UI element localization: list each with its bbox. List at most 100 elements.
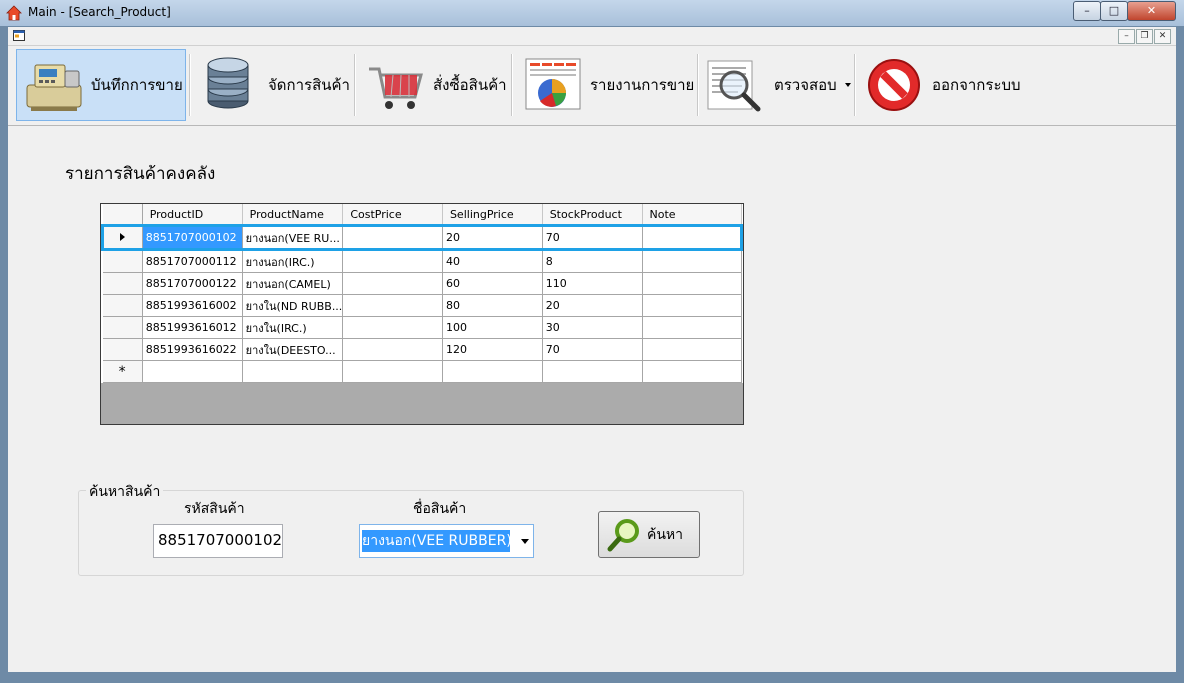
table-cell[interactable]: 70 [542, 224, 643, 251]
column-header[interactable]: SellingPrice [442, 204, 543, 226]
table-cell[interactable] [642, 360, 743, 383]
table-row[interactable]: 8851993616012 ยางใน(IRC.) 100 30 [102, 316, 743, 339]
table-row[interactable]: 8851993616002 ยางใน(ND RUBB... 80 20 [102, 294, 743, 317]
row-header-corner[interactable] [102, 204, 143, 226]
product-code-input[interactable]: 8851707000102 [153, 524, 283, 558]
search-button[interactable]: ค้นหา [598, 511, 700, 558]
table-cell[interactable]: 80 [442, 294, 543, 317]
table-cell[interactable] [642, 272, 743, 295]
column-header[interactable]: Note [642, 204, 743, 226]
mdi-close-button[interactable]: ✕ [1154, 29, 1171, 44]
table-cell[interactable] [242, 360, 344, 383]
toolbar-sales-button[interactable]: บันทึกการขาย [16, 49, 186, 121]
table-cell[interactable] [142, 360, 243, 383]
chevron-down-icon[interactable] [521, 539, 529, 544]
table-cell[interactable]: 60 [442, 272, 543, 295]
new-row-marker: * [102, 360, 143, 383]
table-cell[interactable] [442, 360, 543, 383]
window-title: Main - [Search_Product] [28, 5, 171, 19]
table-cell[interactable]: 8851993616002 [142, 294, 243, 317]
table-cell[interactable]: 20 [442, 224, 543, 251]
table-cell[interactable] [342, 316, 443, 339]
table-cell[interactable] [342, 224, 443, 251]
toolbar-report-button[interactable]: รายงานการขาย [516, 49, 696, 121]
table-row[interactable]: 8851707000102 ยางนอก(VEE RU... 20 70 [101, 224, 743, 251]
toolbar-label: บันทึกการขาย [91, 76, 183, 94]
table-cell[interactable]: 8851707000102 [142, 224, 243, 251]
row-header[interactable] [102, 294, 143, 317]
row-header[interactable] [102, 249, 143, 273]
close-button[interactable]: ✕ [1127, 1, 1176, 21]
product-table: ProductID ProductName CostPrice SellingP… [101, 204, 743, 383]
table-cell[interactable] [642, 294, 743, 317]
product-name-selected: ยางนอก(VEE RUBBER) [362, 530, 510, 552]
product-name-label: ชื่อสินค้า [413, 501, 467, 517]
table-cell[interactable]: 120 [442, 338, 543, 361]
table-row[interactable]: 8851707000122 ยางนอก(CAMEL) 60 110 [102, 272, 743, 295]
table-cell[interactable]: ยางใน(ND RUBB... [242, 294, 344, 317]
toolbar-separator [511, 54, 513, 116]
table-row[interactable]: 8851707000112 ยางนอก(IRC.) 40 8 [102, 249, 743, 273]
product-grid[interactable]: ProductID ProductName CostPrice SellingP… [100, 203, 744, 425]
current-row-icon [120, 233, 126, 241]
table-cell[interactable] [342, 294, 443, 317]
search-icon [607, 518, 639, 551]
mdi-menu-bar: – ❐ ✕ [8, 27, 1176, 46]
table-cell[interactable]: 70 [542, 338, 643, 361]
table-cell[interactable] [342, 249, 443, 273]
search-product-form: รายการสินค้าคงคลัง ProductID ProductName… [8, 126, 1176, 672]
table-cell[interactable]: 20 [542, 294, 643, 317]
product-name-select[interactable]: ยางนอก(VEE RUBBER) [359, 524, 534, 558]
table-cell[interactable] [642, 316, 743, 339]
toolbar-products-button[interactable]: จัดการสินค้า [194, 49, 354, 121]
toolbar-label: ตรวจสอบ [774, 76, 837, 94]
row-header[interactable] [102, 338, 143, 361]
minimize-button[interactable]: – [1073, 1, 1101, 21]
row-header[interactable] [101, 224, 143, 251]
report-chart-icon [525, 58, 581, 110]
magnifier-document-icon [707, 60, 761, 112]
table-cell[interactable] [342, 272, 443, 295]
table-cell[interactable] [642, 249, 743, 273]
table-cell[interactable]: ยางใน(DEESTO... [242, 338, 344, 361]
table-cell[interactable] [642, 338, 743, 361]
table-cell[interactable]: 110 [542, 272, 643, 295]
logout-stop-icon [868, 59, 920, 111]
mdi-minimize-button[interactable]: – [1118, 29, 1135, 44]
table-cell[interactable]: ยางนอก(CAMEL) [242, 272, 344, 295]
table-cell[interactable]: ยางนอก(IRC.) [242, 249, 344, 273]
table-cell[interactable]: ยางนอก(VEE RU... [242, 224, 344, 251]
table-cell[interactable] [342, 360, 443, 383]
toolbar-check-dropdown[interactable]: ตรวจสอบ [700, 49, 854, 121]
column-header[interactable]: ProductID [142, 204, 243, 226]
column-header[interactable]: CostPrice [342, 204, 443, 226]
column-header[interactable]: ProductName [242, 204, 344, 226]
toolbar-separator [854, 54, 856, 116]
mdi-restore-button[interactable]: ❐ [1136, 29, 1153, 44]
table-cell[interactable]: 100 [442, 316, 543, 339]
table-cell[interactable]: 8851707000112 [142, 249, 243, 273]
table-cell[interactable] [342, 338, 443, 361]
table-cell[interactable]: 8851993616022 [142, 338, 243, 361]
table-cell[interactable] [542, 360, 643, 383]
dropdown-arrow-icon [844, 83, 851, 87]
shopping-cart-icon [369, 67, 423, 109]
table-cell[interactable]: 8 [542, 249, 643, 273]
title-bar: Main - [Search_Product] – □ ✕ [0, 0, 1184, 26]
main-toolbar: บันทึกการขาย จัดการสินค้า สั่งซื้อสินค้า… [8, 46, 1176, 126]
table-row[interactable]: 8851993616022 ยางใน(DEESTO... 120 70 [102, 338, 743, 361]
table-cell[interactable]: 30 [542, 316, 643, 339]
row-header[interactable] [102, 316, 143, 339]
maximize-button[interactable]: □ [1100, 1, 1128, 21]
table-cell[interactable]: ยางใน(IRC.) [242, 316, 344, 339]
table-cell[interactable]: 8851707000122 [142, 272, 243, 295]
column-header[interactable]: StockProduct [542, 204, 643, 226]
toolbar-order-button[interactable]: สั่งซื้อสินค้า [359, 49, 511, 121]
new-row[interactable]: * [102, 360, 743, 383]
table-cell[interactable] [642, 224, 743, 251]
table-cell[interactable]: 8851993616012 [142, 316, 243, 339]
table-cell[interactable]: 40 [442, 249, 543, 273]
home-icon [6, 5, 22, 21]
row-header[interactable] [102, 272, 143, 295]
toolbar-logout-button[interactable]: ออกจากระบบ [858, 49, 1028, 121]
